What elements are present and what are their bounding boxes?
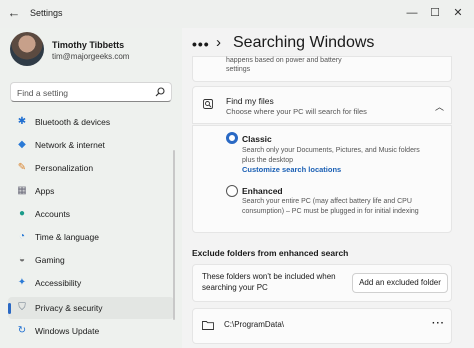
partial-text-line: settings	[226, 66, 251, 73]
more-options-icon[interactable]: ···	[432, 318, 445, 329]
folder-icon	[202, 321, 214, 330]
breadcrumb-separator: ›	[216, 34, 221, 51]
search-input[interactable]: Find a setting	[10, 82, 172, 102]
globe-clock-icon: ◔	[18, 231, 26, 242]
sidebar-item-windows-update[interactable]: ↻ Windows Update	[8, 320, 174, 342]
folder-path: C:\ProgramData\	[224, 320, 285, 329]
description-line: These folders won't be included when	[202, 272, 336, 281]
sidebar-item-label: Time & language	[35, 232, 99, 242]
find-my-files-description: Choose where your PC will search for fil…	[226, 107, 367, 116]
selection-indicator	[8, 303, 11, 314]
search-icon[interactable]	[155, 87, 165, 97]
sidebar-scrollbar[interactable]	[173, 150, 175, 320]
classic-title: Classic	[242, 134, 272, 144]
sidebar-item-label: Apps	[35, 186, 55, 196]
find-my-files-title: Find my files	[226, 96, 274, 106]
user-email: tim@majorgeeks.com	[52, 52, 130, 61]
sidebar-item-label: Network & internet	[35, 140, 105, 150]
search-folder-icon	[203, 99, 213, 109]
sidebar-item-label: Bluetooth & devices	[35, 117, 111, 127]
close-button[interactable]: ✕	[448, 4, 468, 22]
partial-card-text: happens based on power and battery setti…	[226, 56, 342, 74]
sidebar-item-label: Personalization	[35, 163, 94, 173]
description-line: Search only your Documents, Pictures, an…	[242, 147, 420, 154]
sidebar-item-bluetooth[interactable]: ✱ Bluetooth & devices	[8, 111, 174, 133]
description-line: searching your PC	[202, 283, 268, 292]
back-arrow-icon[interactable]: ←	[7, 6, 21, 20]
chevron-up-icon[interactable]: ︿	[435, 100, 444, 113]
sidebar-item-accessibility[interactable]: ✦ Accessibility	[8, 272, 174, 294]
sidebar-item-label: Privacy & security	[35, 303, 103, 313]
sidebar-item-apps[interactable]: ▦ Apps	[8, 180, 174, 202]
enhanced-radio[interactable]	[226, 185, 238, 197]
update-icon: ↻	[17, 325, 27, 336]
minimize-button[interactable]: —	[402, 4, 422, 22]
apps-icon: ▦	[17, 185, 27, 196]
avatar[interactable]	[10, 32, 44, 66]
bluetooth-icon: ✱	[17, 116, 27, 127]
partial-text-line: happens based on power and battery	[226, 57, 342, 64]
classic-description: Search only your Documents, Pictures, an…	[242, 146, 420, 165]
add-excluded-folder-button[interactable]: Add an excluded folder	[352, 273, 448, 293]
sidebar-item-privacy-security[interactable]: ⛉ Privacy & security	[8, 297, 174, 319]
page-title: Searching Windows	[233, 34, 375, 51]
search-placeholder: Find a setting	[17, 88, 69, 98]
enhanced-description: Search your entire PC (may affect batter…	[242, 197, 419, 216]
sidebar-item-time-language[interactable]: ◔ Time & language	[8, 226, 174, 248]
person-icon: ●	[18, 208, 26, 219]
exclude-folders-description: These folders won't be included when sea…	[202, 271, 336, 293]
gamepad-icon: ◒	[18, 254, 26, 265]
title-bar: ← Settings — ☐ ✕	[0, 0, 474, 28]
exclude-folders-heading: Exclude folders from enhanced search	[192, 248, 349, 258]
brush-icon: ✎	[17, 162, 27, 173]
sidebar-item-label: Accessibility	[35, 278, 82, 288]
description-line: plus the desktop	[242, 156, 293, 164]
sidebar-item-label: Accounts	[35, 209, 70, 219]
sidebar-item-accounts[interactable]: ● Accounts	[8, 203, 174, 225]
maximize-button[interactable]: ☐	[425, 4, 445, 22]
accessibility-icon: ✦	[17, 277, 27, 288]
classic-radio[interactable]	[226, 132, 238, 144]
sidebar-item-personalization[interactable]: ✎ Personalization	[8, 157, 174, 179]
sidebar-item-label: Gaming	[35, 255, 65, 265]
enhanced-title: Enhanced	[242, 186, 283, 196]
sidebar-item-gaming[interactable]: ◒ Gaming	[8, 249, 174, 271]
wifi-icon: ◆	[18, 139, 26, 150]
shield-icon: ⛉	[18, 302, 26, 313]
app-title: Settings	[30, 8, 63, 18]
sidebar-item-network[interactable]: ◆ Network & internet	[8, 134, 174, 156]
sidebar-item-label: Windows Update	[35, 326, 100, 336]
description-line: Search your entire PC (may affect batter…	[242, 198, 412, 205]
description-line: consumption) – PC must be plugged in for…	[242, 207, 419, 215]
user-name: Timothy Tibbetts	[52, 40, 125, 50]
breadcrumb-more-button[interactable]: •••	[192, 36, 210, 52]
customize-search-locations-link[interactable]: Customize search locations	[242, 165, 341, 174]
